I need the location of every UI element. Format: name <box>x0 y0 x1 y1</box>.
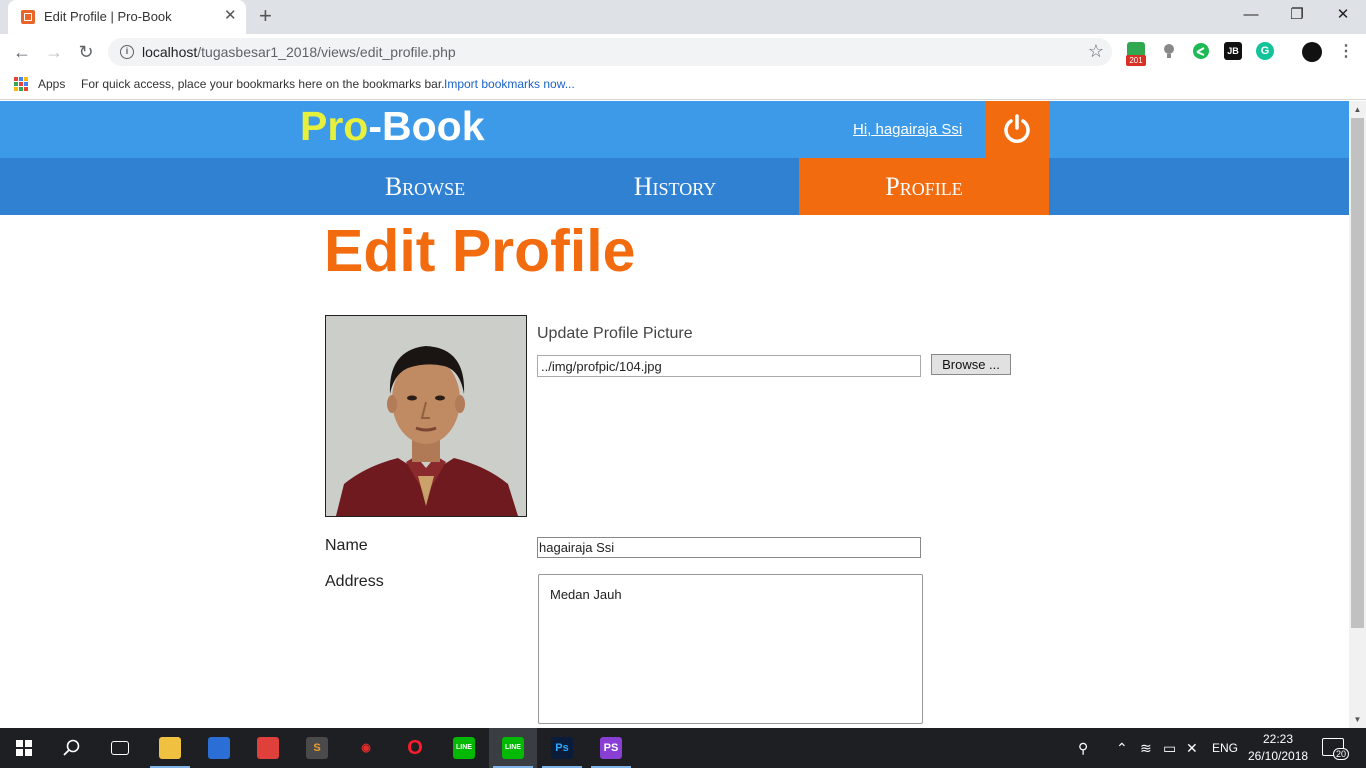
wifi-icon[interactable]: ≋ <box>1140 740 1152 757</box>
extension-share-icon[interactable] <box>1192 42 1210 60</box>
browser-menu-icon[interactable]: ⋮ <box>1338 41 1354 61</box>
window-close-icon[interactable]: ✕ <box>1320 4 1366 28</box>
address-label: Address <box>325 573 384 590</box>
user-greeting-link[interactable]: Hi, hagairaja Ssi <box>853 121 962 138</box>
reload-icon[interactable]: ↻ <box>74 40 98 64</box>
site-header: Pro-Book Hi, hagairaja Ssi <box>0 101 1349 158</box>
gift-icon <box>257 737 279 759</box>
taskbar-sublime[interactable]: S <box>293 728 341 768</box>
search-button[interactable] <box>48 728 96 768</box>
bookmarks-hint: For quick access, place your bookmarks h… <box>81 77 445 91</box>
line-icon: LINE <box>453 737 475 759</box>
bookmark-apps[interactable]: Apps <box>38 77 65 91</box>
action-center-icon[interactable]: 20 <box>1322 738 1350 760</box>
profile-picture <box>325 315 527 517</box>
tray-chevron-icon[interactable]: ⌃ <box>1116 740 1128 757</box>
phpstorm-icon: PS <box>600 737 622 759</box>
site-logo[interactable]: Pro-Book <box>300 103 485 150</box>
page-viewport: Pro-Book Hi, hagairaja Ssi Browse Histor… <box>0 101 1349 728</box>
browse-file-button[interactable]: Browse ... <box>931 354 1011 375</box>
line-icon: LINE <box>502 737 524 759</box>
volume-muted-icon[interactable]: ✕ <box>1186 740 1198 757</box>
opera-icon: O <box>404 737 426 759</box>
extension-bulb-icon[interactable] <box>1160 42 1178 60</box>
update-picture-label: Update Profile Picture <box>537 325 693 342</box>
name-label: Name <box>325 537 368 554</box>
task-view-button[interactable] <box>96 728 144 768</box>
extension-badge: 201 <box>1126 55 1146 66</box>
browser-tab-active[interactable]: Edit Profile | Pro-Book ✕ <box>8 0 246 34</box>
extension-jb-icon[interactable]: JB <box>1224 42 1242 60</box>
sublime-text-icon: S <box>306 737 328 759</box>
store-icon <box>208 737 230 759</box>
scroll-down-icon[interactable]: ▼ <box>1349 711 1366 728</box>
url-text[interactable]: localhost/tugasbesar1_2018/views/edit_pr… <box>142 44 456 60</box>
page-title: Edit Profile <box>324 218 636 284</box>
tab-title: Edit Profile | Pro-Book <box>44 9 172 24</box>
power-icon <box>1004 114 1030 143</box>
clock-date[interactable]: 26/10/2018 <box>1248 749 1308 763</box>
scroll-up-icon[interactable]: ▲ <box>1349 101 1366 118</box>
taskbar-phpstorm[interactable]: PS <box>587 728 635 768</box>
windows-taskbar: S ◉ O LINE LINE Ps PS ⚲ ⌃ ≋ ▭ ✕ ENG 22:2… <box>0 728 1366 768</box>
profile-photo-image <box>326 316 526 516</box>
import-bookmarks-link[interactable]: Import bookmarks now... <box>444 77 575 91</box>
taskbar-opera[interactable]: O <box>391 728 439 768</box>
search-icon <box>63 739 80 756</box>
nav-profile[interactable]: Profile <box>799 158 1049 215</box>
folder-icon <box>159 737 181 759</box>
picture-path-input[interactable] <box>537 355 921 377</box>
profile-avatar-icon[interactable] <box>1302 42 1322 62</box>
battery-icon[interactable]: ▭ <box>1163 740 1176 757</box>
taskbar-garena[interactable]: ◉ <box>342 728 390 768</box>
restore-icon[interactable]: ❐ <box>1274 4 1320 28</box>
xampp-favicon-icon <box>21 10 35 24</box>
start-button[interactable] <box>0 728 48 768</box>
address-bar[interactable]: i localhost/tugasbesar1_2018/views/edit_… <box>108 38 1112 66</box>
taskbar-file-explorer[interactable] <box>146 728 194 768</box>
logout-button[interactable] <box>985 101 1049 158</box>
garena-icon: ◉ <box>355 737 377 759</box>
apps-grid-icon[interactable] <box>14 77 28 91</box>
browser-tabstrip: Edit Profile | Pro-Book ✕ + — ❐ ✕ <box>0 0 1366 34</box>
bookmarks-bar: Apps For quick access, place your bookma… <box>0 70 1366 100</box>
people-icon[interactable]: ⚲ <box>1078 740 1088 757</box>
new-tab-icon[interactable]: + <box>259 5 272 27</box>
name-input[interactable] <box>537 537 921 558</box>
taskbar-line-2[interactable]: LINE <box>489 728 537 768</box>
site-info-icon[interactable]: i <box>120 45 134 59</box>
nav-browse[interactable]: Browse <box>300 158 550 215</box>
nav-history[interactable]: History <box>550 158 800 215</box>
windows-logo-icon <box>16 740 32 756</box>
back-icon[interactable]: ← <box>10 40 34 64</box>
bookmark-star-icon[interactable]: ☆ <box>1088 41 1104 62</box>
language-indicator[interactable]: ENG <box>1212 741 1238 755</box>
taskbar-gift[interactable] <box>244 728 292 768</box>
taskbar-line-1[interactable]: LINE <box>440 728 488 768</box>
scroll-thumb[interactable] <box>1351 118 1364 628</box>
clock-time[interactable]: 22:23 <box>1263 732 1293 746</box>
taskbar-photoshop[interactable]: Ps <box>538 728 586 768</box>
address-textarea[interactable]: Medan Jauh <box>538 574 923 724</box>
photoshop-icon: Ps <box>551 737 573 759</box>
tab-close-icon[interactable]: ✕ <box>224 8 237 24</box>
main-nav: Browse History Profile <box>0 158 1349 215</box>
taskbar-store[interactable] <box>195 728 243 768</box>
task-view-icon <box>111 741 129 755</box>
forward-icon[interactable]: → <box>42 40 66 64</box>
page-scrollbar[interactable]: ▲ ▼ <box>1349 101 1366 728</box>
minimize-icon[interactable]: — <box>1228 4 1274 28</box>
grammarly-icon[interactable]: G <box>1256 42 1274 60</box>
notification-count: 20 <box>1333 748 1350 760</box>
